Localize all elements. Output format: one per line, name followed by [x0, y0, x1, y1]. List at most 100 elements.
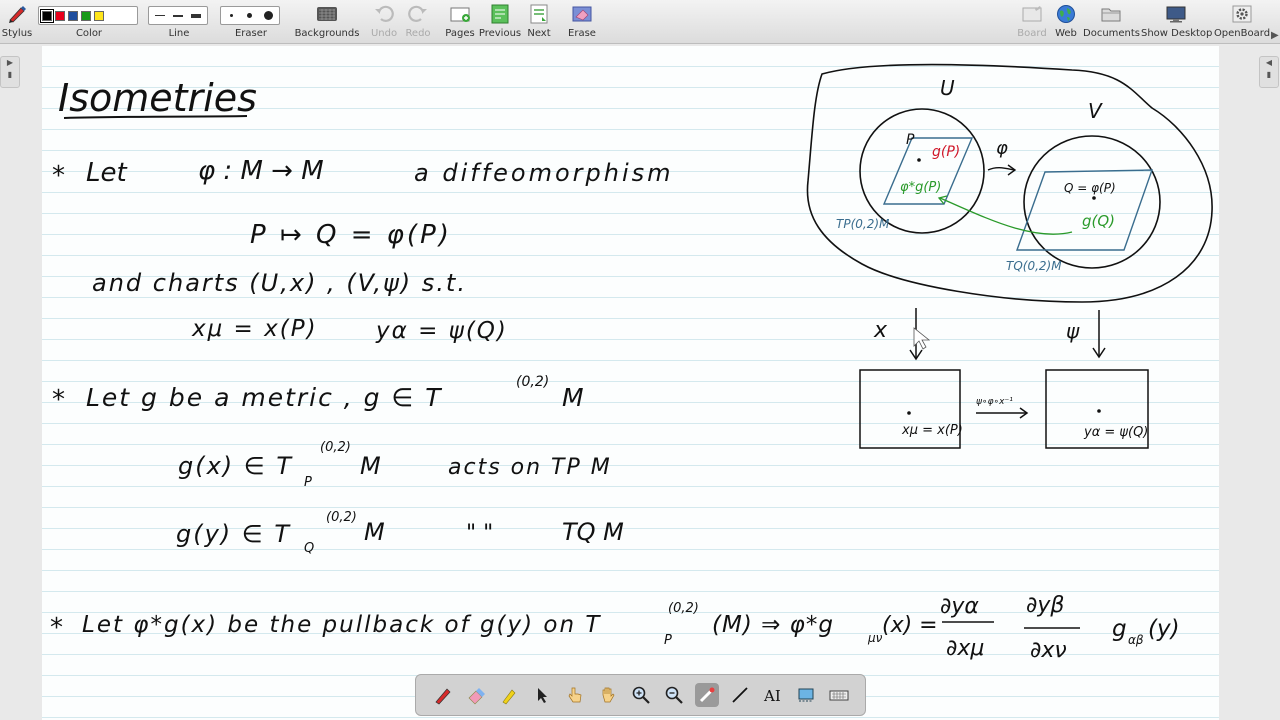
eraser-icon — [468, 688, 485, 705]
board-mode-button[interactable]: Board — [1013, 0, 1051, 44]
label-g-q: g(Q) — [1082, 212, 1115, 230]
handwriting-layer: Isometries * Let φ : M → M a diffeomorph… — [50, 63, 1213, 663]
backgrounds-button[interactable]: Backgrounds — [294, 0, 360, 44]
interact-tool[interactable] — [563, 683, 587, 707]
eraser-large-option[interactable] — [261, 9, 276, 22]
openboard-menu-button[interactable]: OpenBoard — [1212, 0, 1272, 44]
line-group: Line — [148, 0, 210, 44]
eraser-group: Eraser — [220, 0, 282, 44]
erase-button[interactable]: Erase — [564, 0, 600, 44]
map-text: φ : M → M — [198, 156, 324, 186]
color-group: Color — [38, 0, 140, 44]
point-map-text: P ↦ Q = φ(P) — [250, 220, 452, 250]
expand-arrow-icon: ▶ — [6, 58, 14, 67]
gy-manifold: M — [364, 518, 385, 546]
line-tool[interactable] — [728, 683, 752, 707]
acts-on-text: acts on TP M — [448, 455, 612, 480]
label-u: U — [940, 76, 955, 100]
line-thin-option[interactable] — [153, 10, 167, 21]
capture-tool[interactable] — [794, 683, 818, 707]
undo-button[interactable]: Undo — [366, 0, 402, 44]
color-swatch-yellow[interactable] — [94, 10, 104, 21]
formula-eq: (x) = — [882, 613, 938, 638]
backgrounds-icon — [317, 7, 337, 21]
highlighter-tool[interactable] — [497, 683, 521, 707]
color-palette — [38, 6, 138, 25]
line-icon — [731, 687, 748, 703]
bullet-star: * — [52, 161, 65, 191]
svg-text:AI: AI — [763, 687, 781, 705]
text-icon: AI — [763, 687, 781, 705]
laser-pointer-icon — [699, 687, 714, 703]
chart-domain-u — [859, 108, 985, 234]
gy-text: g(y) ∈ T — [176, 520, 291, 548]
desktop-icon — [1166, 6, 1186, 23]
title-text: Isometries — [58, 76, 257, 120]
line-medium-option[interactable] — [171, 10, 185, 21]
capture-icon — [798, 688, 813, 702]
color-swatch-black[interactable] — [40, 8, 54, 23]
text-tool[interactable]: AI — [761, 683, 785, 707]
label-chi: x — [873, 318, 888, 343]
zoom-in-icon — [632, 686, 650, 704]
undo-icon — [375, 5, 394, 22]
eraser-small-option[interactable] — [224, 9, 239, 22]
collapse-arrow-icon: ◀ — [1265, 58, 1273, 67]
mu-nu-sub: μν — [867, 631, 883, 645]
previous-button[interactable]: Previous — [478, 0, 522, 44]
next-page-icon — [530, 4, 548, 24]
alpha-beta-sub: αβ — [1128, 633, 1144, 647]
board-canvas[interactable]: Isometries * Let φ : M → M a diffeomorph… — [42, 46, 1219, 720]
web-mode-button[interactable]: Web — [1050, 0, 1082, 44]
virtual-keyboard-tool[interactable] — [827, 683, 851, 707]
pullback-text: Let φ*g(x) be the pullback of g(y) on T — [82, 612, 601, 638]
show-desktop-button[interactable]: Show Desktop — [1141, 0, 1212, 44]
zoom-out-tool[interactable] — [662, 683, 686, 707]
undo-label: Undo — [370, 28, 398, 39]
documents-label: Documents — [1083, 28, 1141, 39]
left-palette-toggle[interactable]: ▶ ▮ — [0, 56, 20, 88]
color-swatch-green[interactable] — [81, 10, 91, 21]
frac1-num: ∂yα — [940, 594, 979, 619]
eraser-tool[interactable] — [464, 683, 488, 707]
backgrounds-label: Backgrounds — [294, 28, 360, 39]
next-button[interactable]: Next — [522, 0, 556, 44]
label-q: Q = φ(P) — [1064, 181, 1116, 195]
stylus-button[interactable]: Stylus — [0, 0, 34, 44]
color-swatch-blue[interactable] — [68, 10, 78, 21]
hand-tool[interactable] — [596, 683, 620, 707]
laser-pointer-tool[interactable] — [694, 683, 719, 707]
diffeomorphism-text: a diffeomorphism — [414, 159, 674, 187]
bullet-star: * — [50, 613, 63, 643]
chart-domain-v — [1023, 135, 1161, 269]
previous-label: Previous — [478, 28, 522, 39]
gy-sub: Q — [304, 541, 314, 556]
label-pullback: φ*g(P) — [900, 180, 941, 195]
select-tool[interactable] — [530, 683, 554, 707]
redo-button[interactable]: Redo — [400, 0, 436, 44]
eraser-medium-option[interactable] — [242, 9, 257, 22]
documents-mode-button[interactable]: Documents — [1083, 0, 1141, 44]
overflow-chevron-icon[interactable]: ▶ — [1271, 30, 1279, 41]
label-g-p: g(P) — [932, 144, 960, 160]
frac2-den: ∂xν — [1030, 638, 1067, 663]
pullback-formula: (M) ⇒ φ*g — [712, 612, 834, 638]
color-swatch-red[interactable] — [55, 10, 65, 21]
openboard-label: OpenBoard — [1213, 28, 1271, 39]
charts-text: and charts (U,x) , (V,ψ) s.t. — [92, 269, 467, 297]
board-label: Board — [1017, 28, 1047, 39]
tq-text: TQ M — [562, 518, 624, 546]
grip-icon: ▮ — [7, 70, 13, 79]
pages-label: Pages — [445, 28, 475, 39]
eraser-size-selector — [220, 6, 280, 25]
next-label: Next — [527, 28, 551, 39]
right-palette-toggle[interactable]: ◀ ▮ — [1259, 56, 1279, 88]
frac1-den: ∂xμ — [946, 636, 984, 661]
color-label: Color — [75, 28, 103, 39]
line-thick-option[interactable] — [189, 10, 203, 21]
gx-text: g(x) ∈ T — [178, 452, 293, 480]
pages-button[interactable]: Pages — [442, 0, 478, 44]
stylus-palette: AI — [415, 674, 866, 716]
pen-tool[interactable] — [431, 683, 455, 707]
zoom-in-tool[interactable] — [629, 683, 653, 707]
